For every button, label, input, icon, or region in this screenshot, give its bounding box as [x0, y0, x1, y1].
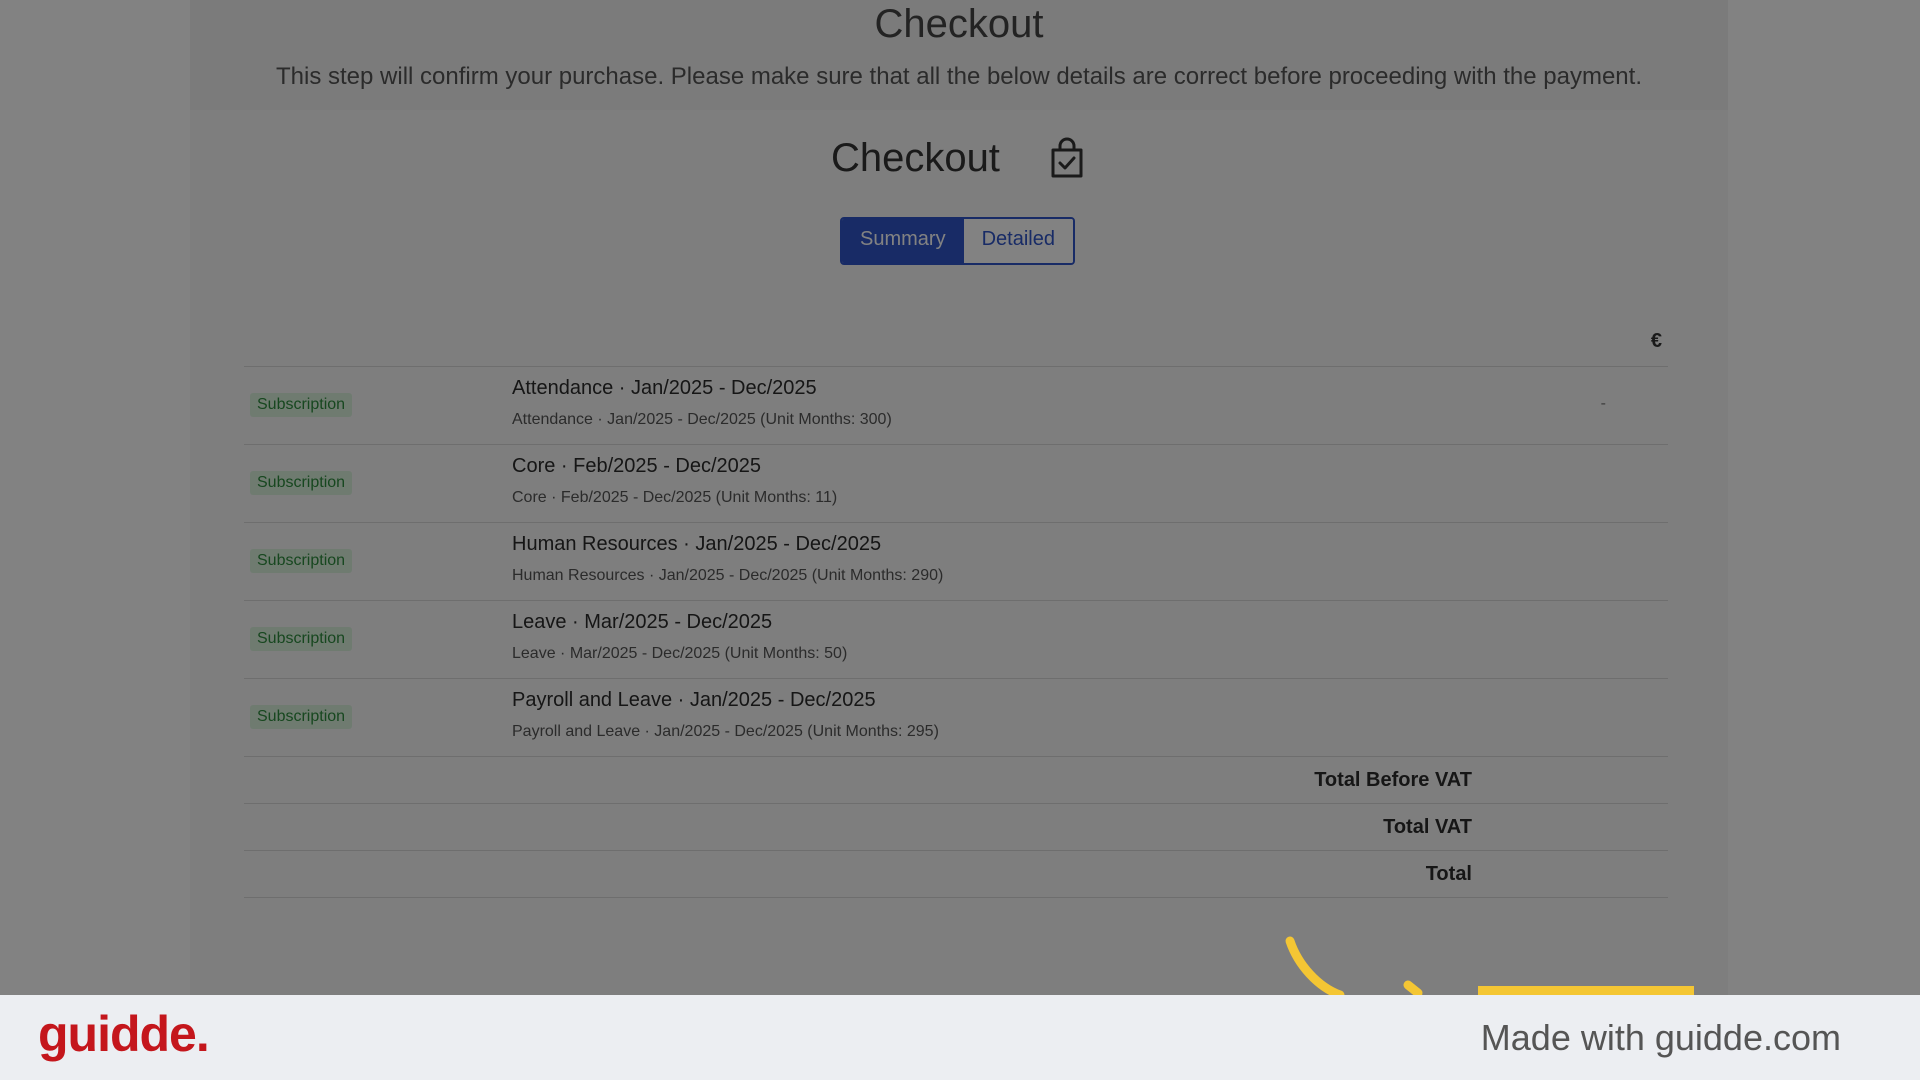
footer-bar: guidde. Made with guidde.com [0, 995, 1920, 1080]
total-vat-label: Total VAT [1383, 816, 1472, 838]
total-label: Total [1425, 863, 1472, 885]
item-title: Payroll and Leave · Jan/2025 - Dec/2025 [512, 689, 876, 711]
total-row: Total [244, 851, 1668, 898]
table-row: Subscription Attendance · Jan/2025 - Dec… [244, 367, 1668, 445]
item-title: Human Resources · Jan/2025 - Dec/2025 [512, 533, 882, 555]
shopping-bag-check-icon [1047, 136, 1087, 180]
item-title: Attendance · Jan/2025 - Dec/2025 [512, 377, 817, 399]
table-row: Subscription Leave · Mar/2025 - Dec/2025… [244, 601, 1668, 679]
subscription-badge: Subscription [250, 705, 353, 729]
checkout-page: Checkout This step will confirm your pur… [190, 0, 1728, 995]
table-row: Subscription Core · Feb/2025 - Dec/2025 … [244, 445, 1668, 523]
item-detail: Human Resources · Jan/2025 - Dec/2025 (U… [512, 567, 944, 584]
item-amount: - [1600, 395, 1606, 412]
item-detail: Attendance · Jan/2025 - Dec/2025 (Unit M… [512, 411, 892, 428]
item-detail: Leave · Mar/2025 - Dec/2025 (Unit Months… [512, 645, 848, 662]
made-with-text: Made with guidde.com [1480, 1017, 1841, 1058]
table-header-row: € [244, 320, 1668, 367]
subscription-badge: Subscription [250, 549, 353, 573]
page-description: This step will confirm your purchase. Pl… [275, 63, 1642, 90]
item-detail: Core · Feb/2025 - Dec/2025 (Unit Months:… [512, 489, 838, 506]
item-title: Leave · Mar/2025 - Dec/2025 [512, 611, 773, 633]
currency-symbol: € [1650, 330, 1662, 352]
subscription-badge: Subscription [250, 471, 353, 495]
checkout-table: € Subscription Attendance · Jan/2025 - D… [244, 320, 1668, 898]
card-title-text: Checkout [830, 136, 1000, 181]
table-row: Subscription Human Resources · Jan/2025 … [244, 523, 1668, 601]
total-before-vat-label: Total Before VAT [1314, 769, 1472, 791]
card-title: Checkout [190, 130, 1728, 184]
item-detail: Payroll and Leave · Jan/2025 - Dec/2025 … [512, 723, 939, 740]
summary-tab[interactable]: Summary [842, 219, 964, 263]
item-title: Core · Feb/2025 - Dec/2025 [512, 455, 762, 477]
guidde-logo: guidde. [38, 1006, 210, 1062]
total-vat-row: Total VAT [244, 804, 1668, 851]
detailed-tab[interactable]: Detailed [963, 219, 1073, 263]
total-before-vat-row: Total Before VAT [244, 757, 1668, 804]
page-title: Checkout [874, 2, 1044, 46]
table-row: Subscription Payroll and Leave · Jan/202… [244, 679, 1668, 757]
subscription-badge: Subscription [250, 393, 353, 417]
view-toggle: Summary Detailed [840, 217, 1075, 265]
subscription-badge: Subscription [250, 627, 353, 651]
